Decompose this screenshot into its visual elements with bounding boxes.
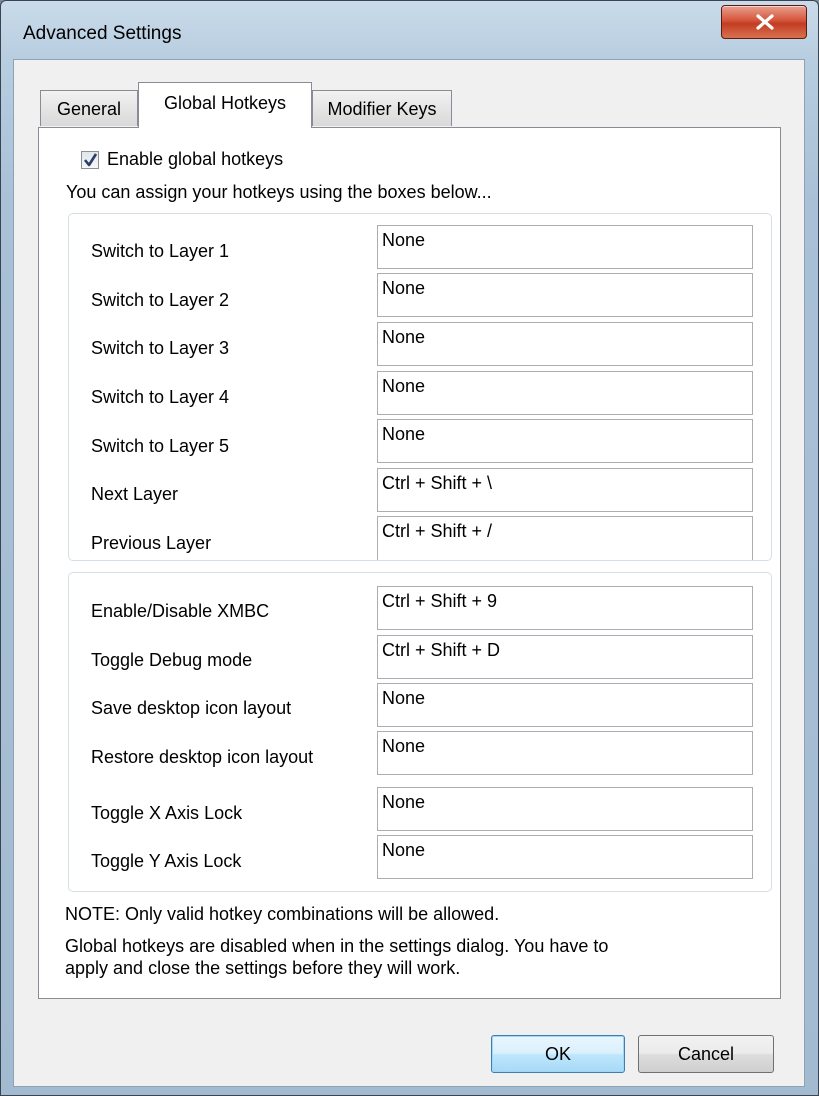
hotkey-input-layer-5[interactable]: None xyxy=(377,419,753,463)
hotkey-input-toggle-y-axis-lock[interactable]: None xyxy=(377,835,753,879)
title-bar[interactable]: Advanced Settings xyxy=(1,1,818,59)
close-button[interactable] xyxy=(721,5,807,39)
hotkey-input-layer-3[interactable]: None xyxy=(377,322,753,366)
hotkey-label-toggle-debug-mode: Toggle Debug mode xyxy=(91,650,253,670)
hotkey-label-layer-3: Switch to Layer 3 xyxy=(91,338,230,358)
hotkey-label-next-layer: Next Layer xyxy=(91,484,179,504)
hotkey-input-toggle-debug-mode[interactable]: Ctrl + Shift + D xyxy=(377,635,753,679)
global-hotkeys-panel: Enable global hotkeys You can assign you… xyxy=(38,127,781,999)
enable-global-hotkeys-checkbox[interactable] xyxy=(81,151,99,169)
hotkey-input-save-desktop-icon-layout[interactable]: None xyxy=(377,683,753,727)
tab-modifier-keys-label: Modifier Keys xyxy=(327,99,437,119)
hotkey-label-layer-1: Switch to Layer 1 xyxy=(91,241,230,261)
layer-hotkeys-group: Switch to Layer 1 None Switch to Layer 2… xyxy=(68,213,772,561)
close-icon xyxy=(756,14,774,30)
hotkey-input-layer-2[interactable]: None xyxy=(377,273,753,317)
hotkey-input-next-layer[interactable]: Ctrl + Shift + \ xyxy=(377,468,753,512)
tab-global-hotkeys-label: Global Hotkeys xyxy=(163,93,287,113)
hotkey-label-layer-5: Switch to Layer 5 xyxy=(91,436,230,456)
hotkey-input-enable-disable-xmbc[interactable]: Ctrl + Shift + 9 xyxy=(377,586,753,630)
hotkey-input-previous-layer[interactable]: Ctrl + Shift + / xyxy=(377,516,753,560)
hotkey-label-enable-disable-xmbc: Enable/Disable XMBC xyxy=(91,601,270,621)
cancel-button[interactable]: Cancel xyxy=(638,1035,774,1073)
hotkey-label-layer-2: Switch to Layer 2 xyxy=(91,290,230,310)
hotkey-label-restore-desktop-icon-layout: Restore desktop icon layout xyxy=(91,747,314,767)
info-text-line-2: apply and close the settings before they… xyxy=(65,958,461,978)
tab-general[interactable]: General xyxy=(40,90,138,126)
advanced-settings-window: Advanced Settings General Global Hotkeys… xyxy=(0,0,819,1096)
hotkey-input-restore-desktop-icon-layout[interactable]: None xyxy=(377,731,753,775)
hotkey-label-save-desktop-icon-layout: Save desktop icon layout xyxy=(91,698,292,718)
hotkey-label-layer-4: Switch to Layer 4 xyxy=(91,387,230,407)
hotkey-input-toggle-x-axis-lock[interactable]: None xyxy=(377,787,753,831)
tab-modifier-keys[interactable]: Modifier Keys xyxy=(312,90,452,126)
hotkey-label-previous-layer: Previous Layer xyxy=(91,533,212,553)
hotkey-label-toggle-y-axis-lock: Toggle Y Axis Lock xyxy=(91,851,242,871)
window-title: Advanced Settings xyxy=(23,23,182,44)
tab-general-label: General xyxy=(56,99,122,119)
hotkey-input-layer-4[interactable]: None xyxy=(377,371,753,415)
intro-text: You can assign your hotkeys using the bo… xyxy=(66,182,492,202)
dialog-client-area: General Global Hotkeys Modifier Keys Ena… xyxy=(13,59,805,1087)
misc-hotkeys-group: Enable/Disable XMBC Ctrl + Shift + 9 Tog… xyxy=(68,572,772,892)
hotkey-label-toggle-x-axis-lock: Toggle X Axis Lock xyxy=(91,803,243,823)
enable-global-hotkeys-label: Enable global hotkeys xyxy=(107,149,284,169)
ok-button[interactable]: OK xyxy=(491,1035,625,1073)
tab-global-hotkeys[interactable]: Global Hotkeys xyxy=(138,82,312,128)
hotkey-input-layer-1[interactable]: None xyxy=(377,225,753,269)
note-text: NOTE: Only valid hotkey combinations wil… xyxy=(65,904,500,924)
info-text-line-1: Global hotkeys are disabled when in the … xyxy=(65,936,609,956)
checkmark-icon xyxy=(83,153,98,167)
